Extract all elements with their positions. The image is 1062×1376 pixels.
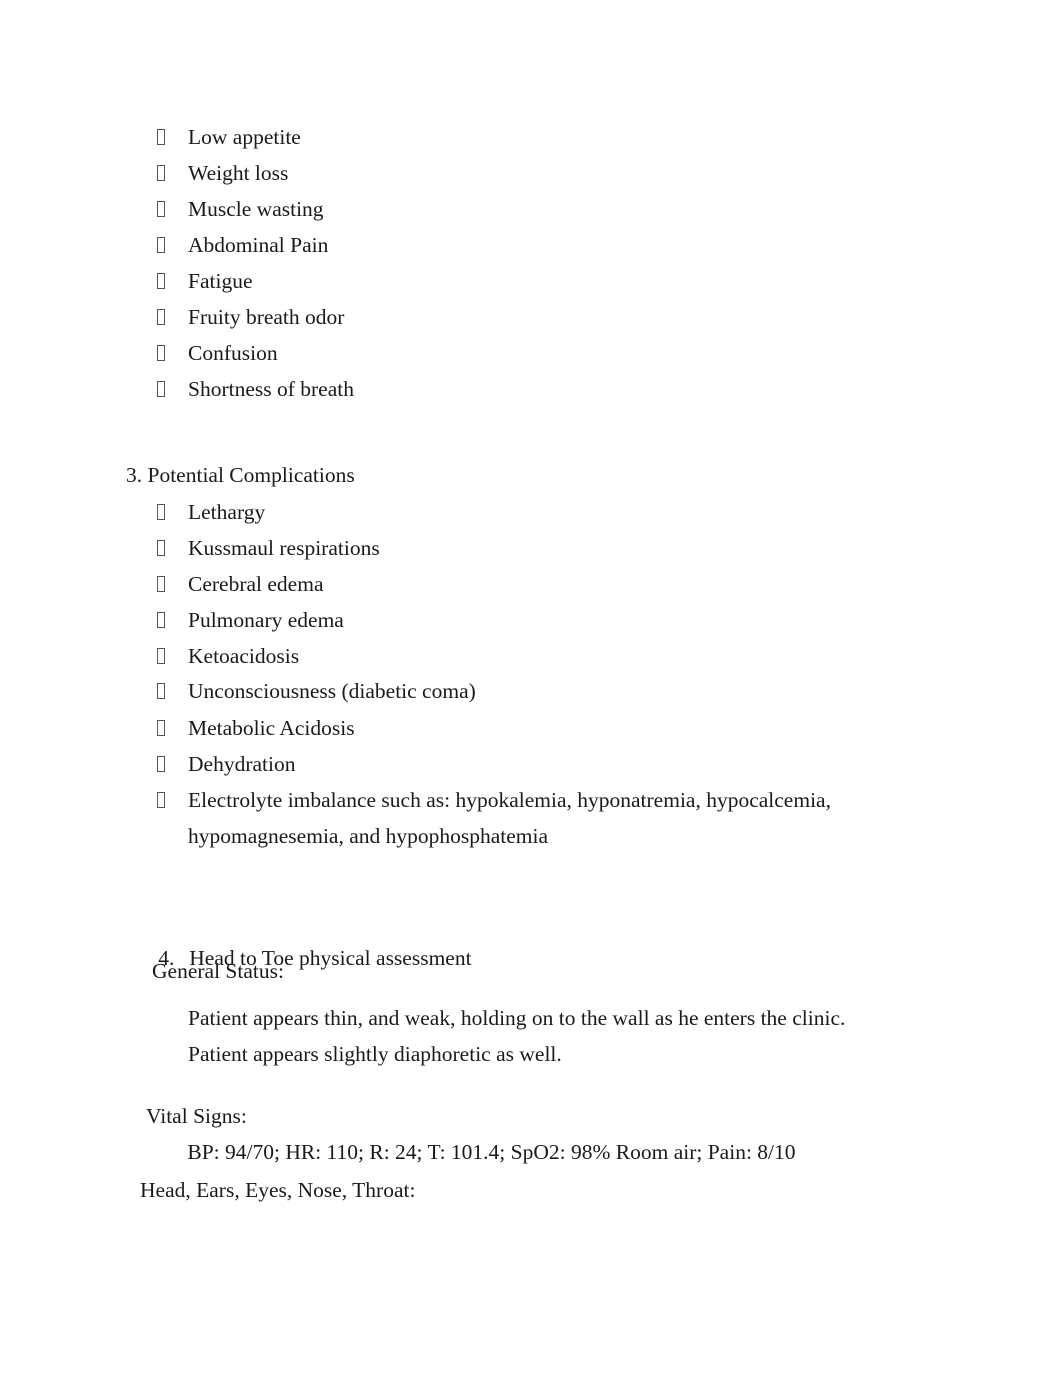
list-item-label: Unconsciousness (diabetic coma) xyxy=(188,679,476,703)
tofu-box-icon xyxy=(157,782,171,818)
list-item-label: Abdominal Pain xyxy=(188,233,329,257)
vital-signs-label: Vital Signs: xyxy=(146,1104,247,1128)
tofu-box-icon xyxy=(157,263,171,299)
tofu-box-icon xyxy=(157,530,171,566)
general-status-label: General Status: xyxy=(152,959,284,983)
list-item-label: Fruity breath odor xyxy=(188,305,345,329)
list-item-label: Low appetite xyxy=(188,125,301,149)
tofu-box-icon xyxy=(157,335,171,371)
tofu-box-icon xyxy=(157,119,171,155)
list-item-label: Confusion xyxy=(188,341,278,365)
list-item: Muscle wasting xyxy=(157,191,857,227)
tofu-box-icon xyxy=(157,227,171,263)
general-status-text: Patient appears thin, and weak, holding … xyxy=(188,1006,846,1066)
list-item: Unconsciousness (diabetic coma) xyxy=(157,673,857,709)
tofu-box-icon xyxy=(157,299,171,335)
tofu-box-icon xyxy=(157,494,171,530)
list-item: Electrolyte imbalance such as: hypokalem… xyxy=(157,782,857,854)
list-item: Cerebral edema xyxy=(157,566,857,602)
list-item: Fatigue xyxy=(157,263,857,299)
tofu-box-icon xyxy=(157,673,171,709)
list-item-label: Fatigue xyxy=(188,269,253,293)
list-item: Shortness of breath xyxy=(157,371,857,407)
heent-label: Head, Ears, Eyes, Nose, Throat: xyxy=(140,1178,416,1202)
list-item: Confusion xyxy=(157,335,857,371)
list-item-label: Electrolyte imbalance such as: hypokalem… xyxy=(188,788,837,848)
tofu-box-icon xyxy=(157,371,171,407)
document-page: Low appetite Weight loss Muscle wasting … xyxy=(0,0,1062,1376)
tofu-box-icon xyxy=(157,566,171,602)
list-item-label: Dehydration xyxy=(188,752,296,776)
tofu-box-icon xyxy=(157,710,171,746)
numbered-list-item: 4. Head to Toe physical assessment xyxy=(126,904,471,1012)
list-item: Kussmaul respirations xyxy=(157,530,857,566)
list-item: Fruity breath odor xyxy=(157,299,857,335)
list-item: Weight loss xyxy=(157,155,857,191)
list-item: Metabolic Acidosis xyxy=(157,710,857,746)
section-heading: 3. Potential Complications xyxy=(126,463,355,487)
vital-signs-values: BP: 94/70; HR: 110; R: 24; T: 101.4; SpO… xyxy=(182,1140,796,1164)
tofu-box-icon xyxy=(157,191,171,227)
list-item-label: Ketoacidosis xyxy=(188,644,300,668)
list-item: Abdominal Pain xyxy=(157,227,857,263)
list-item-label: Lethargy xyxy=(188,500,266,524)
tofu-box-icon xyxy=(157,638,171,674)
tofu-box-icon xyxy=(157,746,171,782)
list-item-label: Kussmaul respirations xyxy=(188,536,380,560)
list-item: Lethargy xyxy=(157,494,857,530)
tofu-box-icon xyxy=(157,155,171,191)
list-item: Dehydration xyxy=(157,746,857,782)
tofu-box-icon xyxy=(157,602,171,638)
list-item: Pulmonary edema xyxy=(157,602,857,638)
list-item-label: Pulmonary edema xyxy=(188,608,344,632)
list-item-label: Muscle wasting xyxy=(188,197,324,221)
list-item-label: Metabolic Acidosis xyxy=(188,716,355,740)
list-item-label: Shortness of breath xyxy=(188,377,354,401)
list-item: Ketoacidosis xyxy=(157,638,857,674)
list-item-label: Cerebral edema xyxy=(188,572,324,596)
list-item-label: Weight loss xyxy=(188,161,289,185)
list-item: Low appetite xyxy=(157,119,857,155)
